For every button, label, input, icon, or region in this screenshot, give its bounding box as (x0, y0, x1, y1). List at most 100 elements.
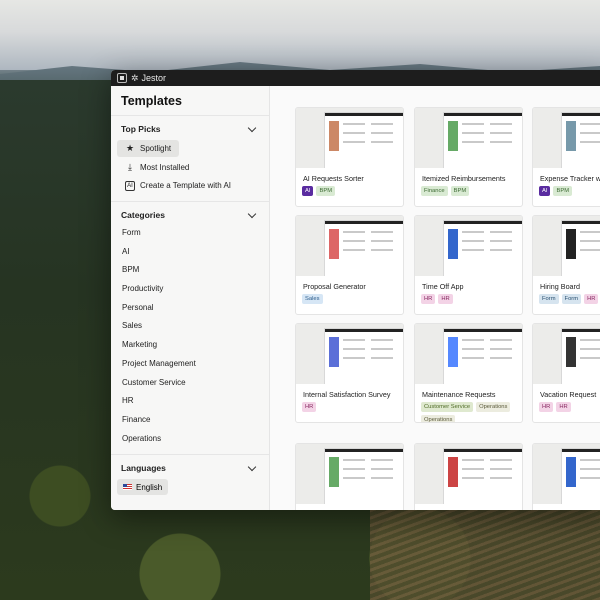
category-customer-service[interactable]: Customer Service (111, 374, 269, 393)
template-preview-image (533, 216, 600, 276)
preview-topbar (325, 449, 403, 452)
languages-section: Languages English (111, 455, 269, 503)
category-operations[interactable]: Operations (111, 430, 269, 449)
sidebar-toggle-icon[interactable] (117, 73, 127, 83)
template-card[interactable] (532, 443, 600, 510)
template-preview-image (415, 108, 522, 168)
preview-line (580, 141, 600, 143)
sky (0, 0, 600, 70)
template-card[interactable]: Itemized Reimbursements Finance BPM (414, 107, 523, 207)
preview-line (490, 339, 512, 341)
sidebar: Templates Top Picks ★ Spotlight ⤓ Most I… (111, 86, 270, 510)
preview-line (343, 132, 365, 134)
languages-header[interactable]: Languages (111, 461, 269, 477)
preview-line (580, 459, 600, 461)
categories-header[interactable]: Categories (111, 208, 269, 224)
category-tag: HR (584, 294, 599, 304)
preview-screenshot (324, 112, 403, 168)
ai-icon: AI (125, 180, 135, 191)
star-icon: ★ (125, 143, 135, 153)
preview-line (580, 477, 600, 479)
category-hr[interactable]: HR (111, 392, 269, 411)
preview-screenshot (443, 112, 522, 168)
category-tag: Sales (302, 294, 323, 304)
template-card[interactable] (295, 443, 404, 510)
category-tag: BPM (316, 186, 336, 196)
preview-line (490, 231, 512, 233)
template-card[interactable]: Proposal Generator Sales (295, 215, 404, 315)
category-form[interactable]: Form (111, 224, 269, 243)
preview-line (343, 459, 365, 461)
category-tag: Operations (421, 415, 456, 422)
chevron-down-icon[interactable] (247, 209, 257, 218)
preview-block (566, 337, 576, 367)
category-tag: HR (421, 294, 436, 304)
category-tag: BPM (450, 186, 470, 196)
template-card[interactable]: Internal Satisfaction Survey HR (295, 323, 404, 423)
category-ai[interactable]: AI (111, 243, 269, 262)
preview-line (371, 348, 393, 350)
category-bpm[interactable]: BPM (111, 261, 269, 280)
template-card[interactable]: Expense Tracker w AI BPM (532, 107, 600, 207)
preview-block (448, 229, 458, 259)
template-preview-image (415, 216, 522, 276)
category-productivity[interactable]: Productivity (111, 280, 269, 299)
template-card[interactable] (414, 443, 523, 510)
category-tag: Operations (476, 402, 511, 412)
category-finance[interactable]: Finance (111, 411, 269, 430)
preview-topbar (444, 329, 522, 332)
sidebar-item-spotlight[interactable]: ★ Spotlight (117, 140, 180, 157)
chevron-down-icon[interactable] (247, 462, 257, 471)
category-tag: BPM (553, 186, 573, 196)
preview-line (371, 477, 393, 479)
sidebar-item-create-with-ai[interactable]: AI Create a Template with AI (117, 177, 263, 194)
preview-line (371, 357, 393, 359)
top-picks-header[interactable]: Top Picks (111, 122, 269, 138)
preview-screenshot (324, 220, 403, 276)
preview-block (329, 229, 339, 259)
top-picks-section: Top Picks ★ Spotlight ⤓ Most Installed A… (111, 116, 269, 202)
category-tag: HR (302, 402, 317, 412)
category-personal[interactable]: Personal (111, 299, 269, 318)
category-marketing[interactable]: Marketing (111, 336, 269, 355)
preview-line (580, 231, 600, 233)
preview-line (371, 132, 393, 134)
template-card[interactable]: Vacation Request HR HR (532, 323, 600, 423)
preview-line (343, 141, 365, 143)
preview-line (580, 132, 600, 134)
template-card[interactable]: Hiring Board Form Form HR (532, 215, 600, 315)
preview-topbar (562, 329, 600, 332)
language-english[interactable]: English (117, 479, 169, 496)
template-tags: Sales (296, 294, 403, 304)
preview-line (371, 240, 393, 242)
preview-topbar (562, 221, 600, 224)
preview-line (490, 477, 512, 479)
sidebar-item-most-installed[interactable]: ⤓ Most Installed (117, 159, 263, 176)
preview-line (343, 240, 365, 242)
preview-screenshot (561, 112, 600, 168)
chevron-down-icon[interactable] (247, 123, 257, 132)
preview-line (462, 477, 484, 479)
template-name: AI Requests Sorter (303, 174, 364, 183)
preview-line (371, 249, 393, 251)
preview-topbar (444, 113, 522, 116)
template-name: Hiring Board (540, 282, 580, 291)
preview-line (490, 249, 512, 251)
preview-line (490, 459, 512, 461)
template-name: Vacation Request (540, 390, 597, 399)
category-sales[interactable]: Sales (111, 317, 269, 336)
preview-line (462, 141, 484, 143)
preview-line (343, 348, 365, 350)
title-bar: ✲ Jestor (111, 70, 600, 86)
preview-line (343, 357, 365, 359)
template-card[interactable]: AI Requests Sorter AI BPM (295, 107, 404, 207)
vineyard (370, 510, 600, 600)
template-card[interactable]: Maintenance Requests Customer Service Oper… (414, 323, 523, 423)
category-project-management[interactable]: Project Management (111, 355, 269, 374)
language-label: English (136, 482, 163, 492)
template-card[interactable]: Time Off App HR HR (414, 215, 523, 315)
preview-line (490, 132, 512, 134)
category-tag: AI (302, 186, 314, 196)
preview-line (462, 357, 484, 359)
category-tag: Finance (421, 186, 448, 196)
